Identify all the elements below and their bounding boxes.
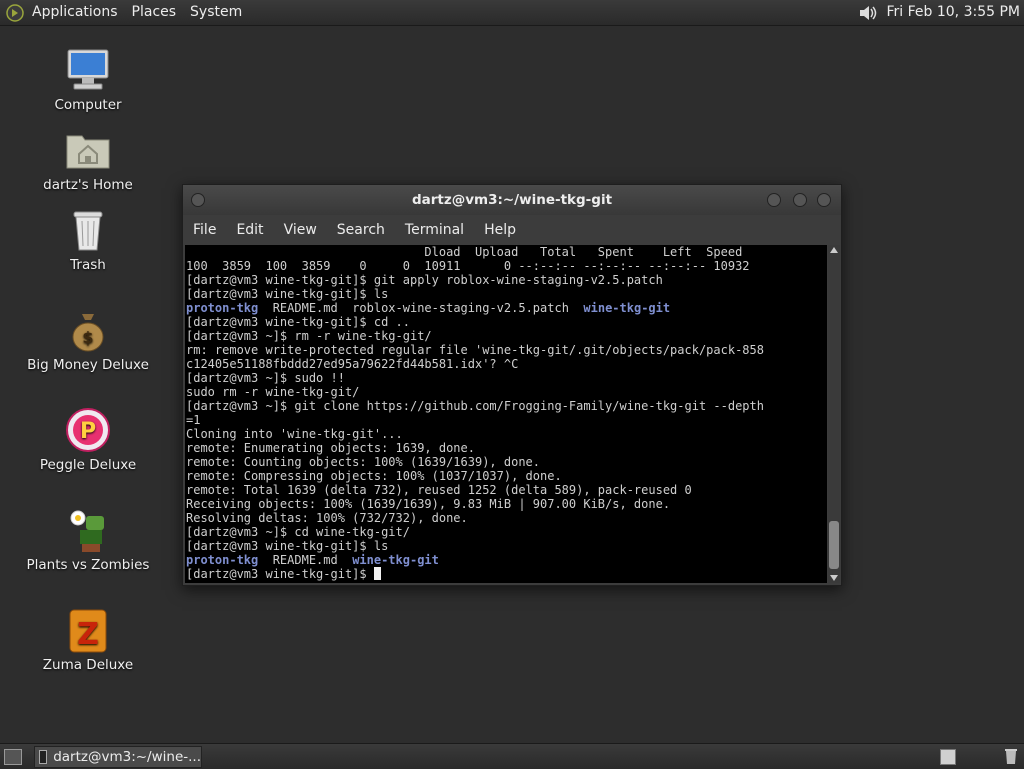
- menu-edit[interactable]: Edit: [226, 216, 273, 244]
- text-cursor: [373, 567, 381, 580]
- terminal-line: remote: Enumerating objects: 1639, done.: [186, 441, 475, 455]
- taskbar-button-terminal[interactable]: dartz@vm3:~/wine-...: [34, 746, 202, 768]
- ls-dir: wine-tkg-git: [352, 553, 439, 567]
- desktop-icon-label: dartz's Home: [43, 177, 133, 193]
- terminal-line: Dload Upload Total Spent Left Speed: [186, 245, 743, 259]
- computer-icon: [67, 49, 109, 90]
- terminal-line: =1: [186, 413, 201, 427]
- menu-search[interactable]: Search: [327, 216, 395, 244]
- terminal-prompt: [dartz@vm3 wine-tkg-git]$: [186, 567, 374, 581]
- desktop-icon-trash[interactable]: Trash: [18, 206, 158, 273]
- bottom-panel: dartz@vm3:~/wine-...: [0, 743, 1024, 769]
- show-desktop-icon[interactable]: [4, 749, 22, 765]
- terminal-line: [dartz@vm3 wine-tkg-git]$ ls: [186, 539, 389, 553]
- desktop-icon-computer[interactable]: Computer: [18, 46, 158, 113]
- terminal-line: Resolving deltas: 100% (732/732), done.: [186, 511, 468, 525]
- terminal-line: [dartz@vm3 ~]$ cd wine-tkg-git/: [186, 525, 410, 539]
- terminal-line: Receiving objects: 100% (1639/1639), 9.8…: [186, 497, 671, 511]
- home-folder-icon: [66, 135, 110, 169]
- menu-terminal[interactable]: Terminal: [395, 216, 474, 244]
- desktop-icon-label: Trash: [70, 257, 106, 273]
- terminal-line: sudo rm -r wine-tkg-git/: [186, 385, 360, 399]
- scroll-up-icon[interactable]: [830, 247, 838, 253]
- peggle-icon: P: [66, 408, 110, 452]
- terminal-line: remote: Total 1639 (delta 732), reused 1…: [186, 483, 692, 497]
- terminal-line: [dartz@vm3 wine-tkg-git]$ ls: [186, 287, 389, 301]
- menu-help[interactable]: Help: [474, 216, 526, 244]
- ls-dir: proton-tkg: [186, 553, 259, 567]
- desktop-icon-label: Plants vs Zombies: [26, 557, 150, 573]
- terminal-line: rm: remove write-protected regular file …: [186, 343, 764, 357]
- window-title: dartz@vm3:~/wine-tkg-git: [411, 192, 613, 208]
- ls-dir: wine-tkg-git: [583, 301, 671, 315]
- menu-applications[interactable]: Applications: [32, 0, 118, 25]
- desktop-icon-home[interactable]: dartz's Home: [18, 126, 158, 193]
- desktop-icon-label: Computer: [54, 97, 122, 113]
- desktop-icon-label: Peggle Deluxe: [39, 457, 137, 473]
- trash-applet-icon[interactable]: [1004, 747, 1018, 765]
- top-panel: Applications Places System Fri Feb 10, 3…: [0, 0, 1024, 26]
- terminal-line: Cloning into 'wine-tkg-git'...: [186, 427, 403, 441]
- terminal-line: remote: Compressing objects: 100% (1037/…: [186, 469, 562, 483]
- terminal-line: c12405e51188fbddd27ed95a79622fd44b581.id…: [186, 357, 519, 371]
- taskbar-button-label: dartz@vm3:~/wine-...: [53, 749, 201, 765]
- close-icon[interactable]: [817, 193, 831, 207]
- terminal-line: [dartz@vm3 ~]$ rm -r wine-tkg-git/: [186, 329, 432, 343]
- desktop-icon-big-money[interactable]: $ Big Money Deluxe: [18, 306, 158, 373]
- terminal-line: [dartz@vm3 wine-tkg-git]$ git apply robl…: [186, 273, 663, 287]
- panel-tray: Fri Feb 10, 3:55 PM: [857, 0, 1021, 25]
- desktop-icon-label: Big Money Deluxe: [27, 357, 149, 373]
- clock[interactable]: Fri Feb 10, 3:55 PM: [887, 0, 1021, 25]
- terminal-icon: [39, 750, 48, 764]
- terminal-line: 100 3859 100 3859 0 0 10911 0 --:--:-- -…: [186, 259, 750, 273]
- svg-text:$: $: [82, 328, 93, 347]
- ls-file: README.md: [272, 553, 338, 567]
- terminal-screen[interactable]: Dload Upload Total Spent Left Speed 100 …: [185, 245, 827, 583]
- menu-places[interactable]: Places: [132, 0, 177, 25]
- desktop-icon-plants-vs-zombies[interactable]: Plants vs Zombies: [18, 506, 158, 573]
- maximize-icon[interactable]: [793, 193, 807, 207]
- svg-text:P: P: [80, 419, 96, 444]
- terminal-menubar: File Edit View Search Terminal Help: [183, 216, 841, 244]
- menu-system[interactable]: System: [190, 0, 242, 25]
- plants-vs-zombies-icon: [70, 510, 104, 552]
- menu-view[interactable]: View: [274, 216, 327, 244]
- desktop-icon-label: Zuma Deluxe: [42, 657, 134, 673]
- zuma-icon: Z: [69, 609, 107, 653]
- ls-file: roblox-wine-staging-v2.5.patch: [352, 301, 569, 315]
- desktop-icon-zuma[interactable]: Z Zuma Deluxe: [18, 606, 158, 673]
- menu-file[interactable]: File: [183, 216, 226, 244]
- minimize-icon[interactable]: [767, 193, 781, 207]
- gnome-foot-icon[interactable]: [6, 3, 24, 22]
- money-bag-icon: $: [72, 314, 104, 352]
- scrollbar-thumb[interactable]: [829, 521, 839, 569]
- svg-text:Z: Z: [77, 617, 99, 652]
- volume-icon[interactable]: [857, 3, 879, 23]
- terminal-window: dartz@vm3:~/wine-tkg-git File Edit View …: [182, 184, 842, 586]
- terminal-scrollbar[interactable]: [828, 245, 840, 583]
- workspace-switcher[interactable]: [940, 749, 956, 765]
- panel-menus: Applications Places System: [6, 0, 256, 25]
- scroll-down-icon[interactable]: [830, 575, 838, 581]
- desktop-icon-peggle[interactable]: P Peggle Deluxe: [18, 406, 158, 473]
- ls-file: README.md: [272, 301, 338, 315]
- terminal-output: Dload Upload Total Spent Left Speed 100 …: [186, 245, 764, 581]
- trash-icon: [73, 211, 103, 251]
- terminal-line: [dartz@vm3 ~]$ git clone https://github.…: [186, 399, 764, 413]
- terminal-titlebar[interactable]: dartz@vm3:~/wine-tkg-git: [183, 185, 841, 215]
- terminal-line: remote: Counting objects: 100% (1639/163…: [186, 455, 541, 469]
- terminal-line: [dartz@vm3 wine-tkg-git]$ cd ..: [186, 315, 410, 329]
- ls-dir: proton-tkg: [186, 301, 259, 315]
- terminal-line: [dartz@vm3 ~]$ sudo !!: [186, 371, 345, 385]
